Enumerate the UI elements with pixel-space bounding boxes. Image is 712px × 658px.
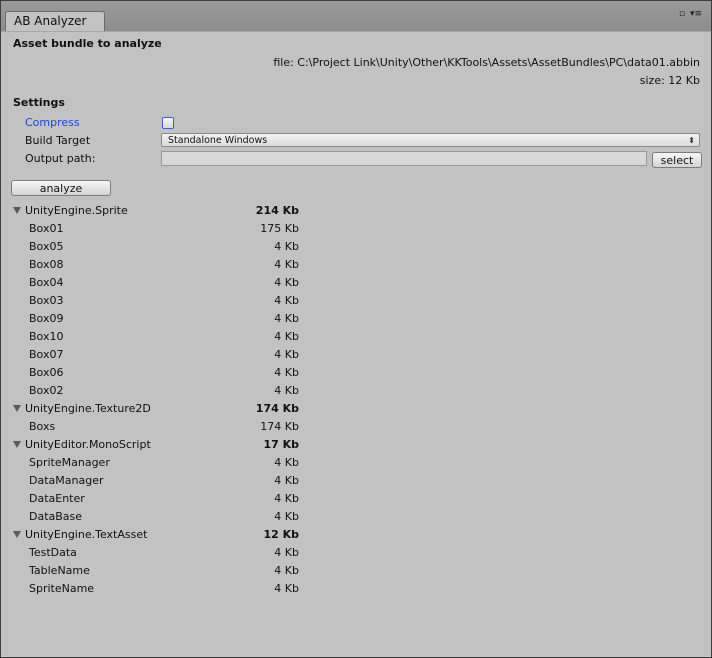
tree-group-row[interactable]: UnityEditor.MonoScript 17 Kb (1, 436, 711, 454)
item-size: 4 Kb (274, 582, 299, 595)
tree-item-row[interactable]: Box05 4 Kb (1, 238, 711, 256)
dropdown-arrow-icon: ⬍ (688, 136, 695, 145)
item-name: DataManager (29, 474, 104, 487)
tree-group-row[interactable]: UnityEngine.TextAsset 12 Kb (1, 526, 711, 544)
item-size: 175 Kb (260, 222, 299, 235)
tree-item-row[interactable]: Box02 4 Kb (1, 382, 711, 400)
item-size: 4 Kb (274, 366, 299, 379)
item-size: 4 Kb (274, 348, 299, 361)
item-size: 4 Kb (274, 294, 299, 307)
group-size: 12 Kb (263, 528, 299, 541)
tree-item-row[interactable]: SpriteManager 4 Kb (1, 454, 711, 472)
item-size: 4 Kb (274, 510, 299, 523)
item-size: 4 Kb (274, 474, 299, 487)
item-size: 4 Kb (274, 330, 299, 343)
item-name: Box07 (29, 348, 64, 361)
tree-group-row[interactable]: UnityEngine.Sprite 214 Kb (1, 202, 711, 220)
build-target-label: Build Target (25, 134, 91, 147)
item-name: Box06 (29, 366, 64, 379)
group-size: 214 Kb (255, 204, 299, 217)
select-button[interactable]: select (652, 152, 702, 168)
item-size: 4 Kb (274, 456, 299, 469)
expand-triangle-icon[interactable] (13, 441, 21, 448)
item-name: Box05 (29, 240, 64, 253)
item-name: Box02 (29, 384, 64, 397)
tree-item-row[interactable]: Box07 4 Kb (1, 346, 711, 364)
item-size: 4 Kb (274, 546, 299, 559)
group-name: UnityEditor.MonoScript (25, 438, 151, 451)
group-name: UnityEngine.TextAsset (25, 528, 148, 541)
item-name: Box10 (29, 330, 64, 343)
tree-item-row[interactable]: Box01 175 Kb (1, 220, 711, 238)
analyzer-content: Asset bundle to analyze file: C:\Project… (1, 32, 711, 657)
file-size-text: size: 12 Kb (639, 74, 700, 87)
tree-item-row[interactable]: Box03 4 Kb (1, 292, 711, 310)
item-name: DataEnter (29, 492, 85, 505)
output-path-field[interactable] (161, 151, 647, 166)
file-path-text: file: C:\Project Link\Unity\Other\KKTool… (273, 56, 700, 69)
item-name: Box01 (29, 222, 64, 235)
tree-item-row[interactable]: TableName 4 Kb (1, 562, 711, 580)
analyze-button[interactable]: analyze (11, 180, 111, 196)
settings-title: Settings (13, 96, 65, 109)
item-name: Boxs (29, 420, 56, 433)
item-size: 4 Kb (274, 276, 299, 289)
tree-item-row[interactable]: DataEnter 4 Kb (1, 490, 711, 508)
group-name: UnityEngine.Texture2D (25, 402, 151, 415)
tree-item-row[interactable]: DataManager 4 Kb (1, 472, 711, 490)
item-size: 4 Kb (274, 312, 299, 325)
item-name: TableName (29, 564, 90, 577)
item-name: SpriteManager (29, 456, 110, 469)
item-name: DataBase (29, 510, 83, 523)
tree-item-row[interactable]: Boxs 174 Kb (1, 418, 711, 436)
expand-triangle-icon[interactable] (13, 405, 21, 412)
tree-item-row[interactable]: SpriteName 4 Kb (1, 580, 711, 598)
tree-item-row[interactable]: DataBase 4 Kb (1, 508, 711, 526)
item-size: 4 Kb (274, 492, 299, 505)
item-size: 4 Kb (274, 240, 299, 253)
tree-item-row[interactable]: Box08 4 Kb (1, 256, 711, 274)
item-size: 4 Kb (274, 564, 299, 577)
build-target-dropdown[interactable]: Standalone Windows ⬍ (161, 133, 700, 147)
expand-triangle-icon[interactable] (13, 207, 21, 214)
item-name: SpriteName (29, 582, 95, 595)
build-target-value: Standalone Windows (168, 135, 268, 146)
compress-checkbox[interactable] (162, 117, 174, 129)
tree-item-row[interactable]: Box04 4 Kb (1, 274, 711, 292)
group-name: UnityEngine.Sprite (25, 204, 128, 217)
output-path-label: Output path: (25, 152, 96, 165)
item-size: 4 Kb (274, 258, 299, 271)
tab-ab-analyzer[interactable]: AB Analyzer (5, 11, 105, 31)
group-size: 17 Kb (263, 438, 299, 451)
maximize-icon[interactable]: ▫ (679, 10, 685, 19)
asset-bundle-title: Asset bundle to analyze (13, 37, 162, 50)
group-size: 174 Kb (255, 402, 299, 415)
context-menu-icon[interactable]: ▾≡ (690, 10, 702, 19)
tree-group-row[interactable]: UnityEngine.Texture2D 174 Kb (1, 400, 711, 418)
item-name: Box03 (29, 294, 64, 307)
tree-item-row[interactable]: TestData 4 Kb (1, 544, 711, 562)
tree-item-row[interactable]: Box06 4 Kb (1, 364, 711, 382)
tree-item-row[interactable]: Box09 4 Kb (1, 310, 711, 328)
ab-analyzer-window: AB Analyzer ▫ ▾≡ Asset bundle to analyze… (0, 0, 712, 658)
item-name: Box08 (29, 258, 64, 271)
item-name: TestData (29, 546, 77, 559)
item-name: Box04 (29, 276, 64, 289)
item-name: Box09 (29, 312, 64, 325)
compress-label: Compress (25, 116, 80, 129)
item-size: 174 Kb (260, 420, 299, 433)
item-size: 4 Kb (274, 384, 299, 397)
tree-item-row[interactable]: Box10 4 Kb (1, 328, 711, 346)
tab-bar: AB Analyzer ▫ ▾≡ (1, 1, 711, 32)
expand-triangle-icon[interactable] (13, 531, 21, 538)
